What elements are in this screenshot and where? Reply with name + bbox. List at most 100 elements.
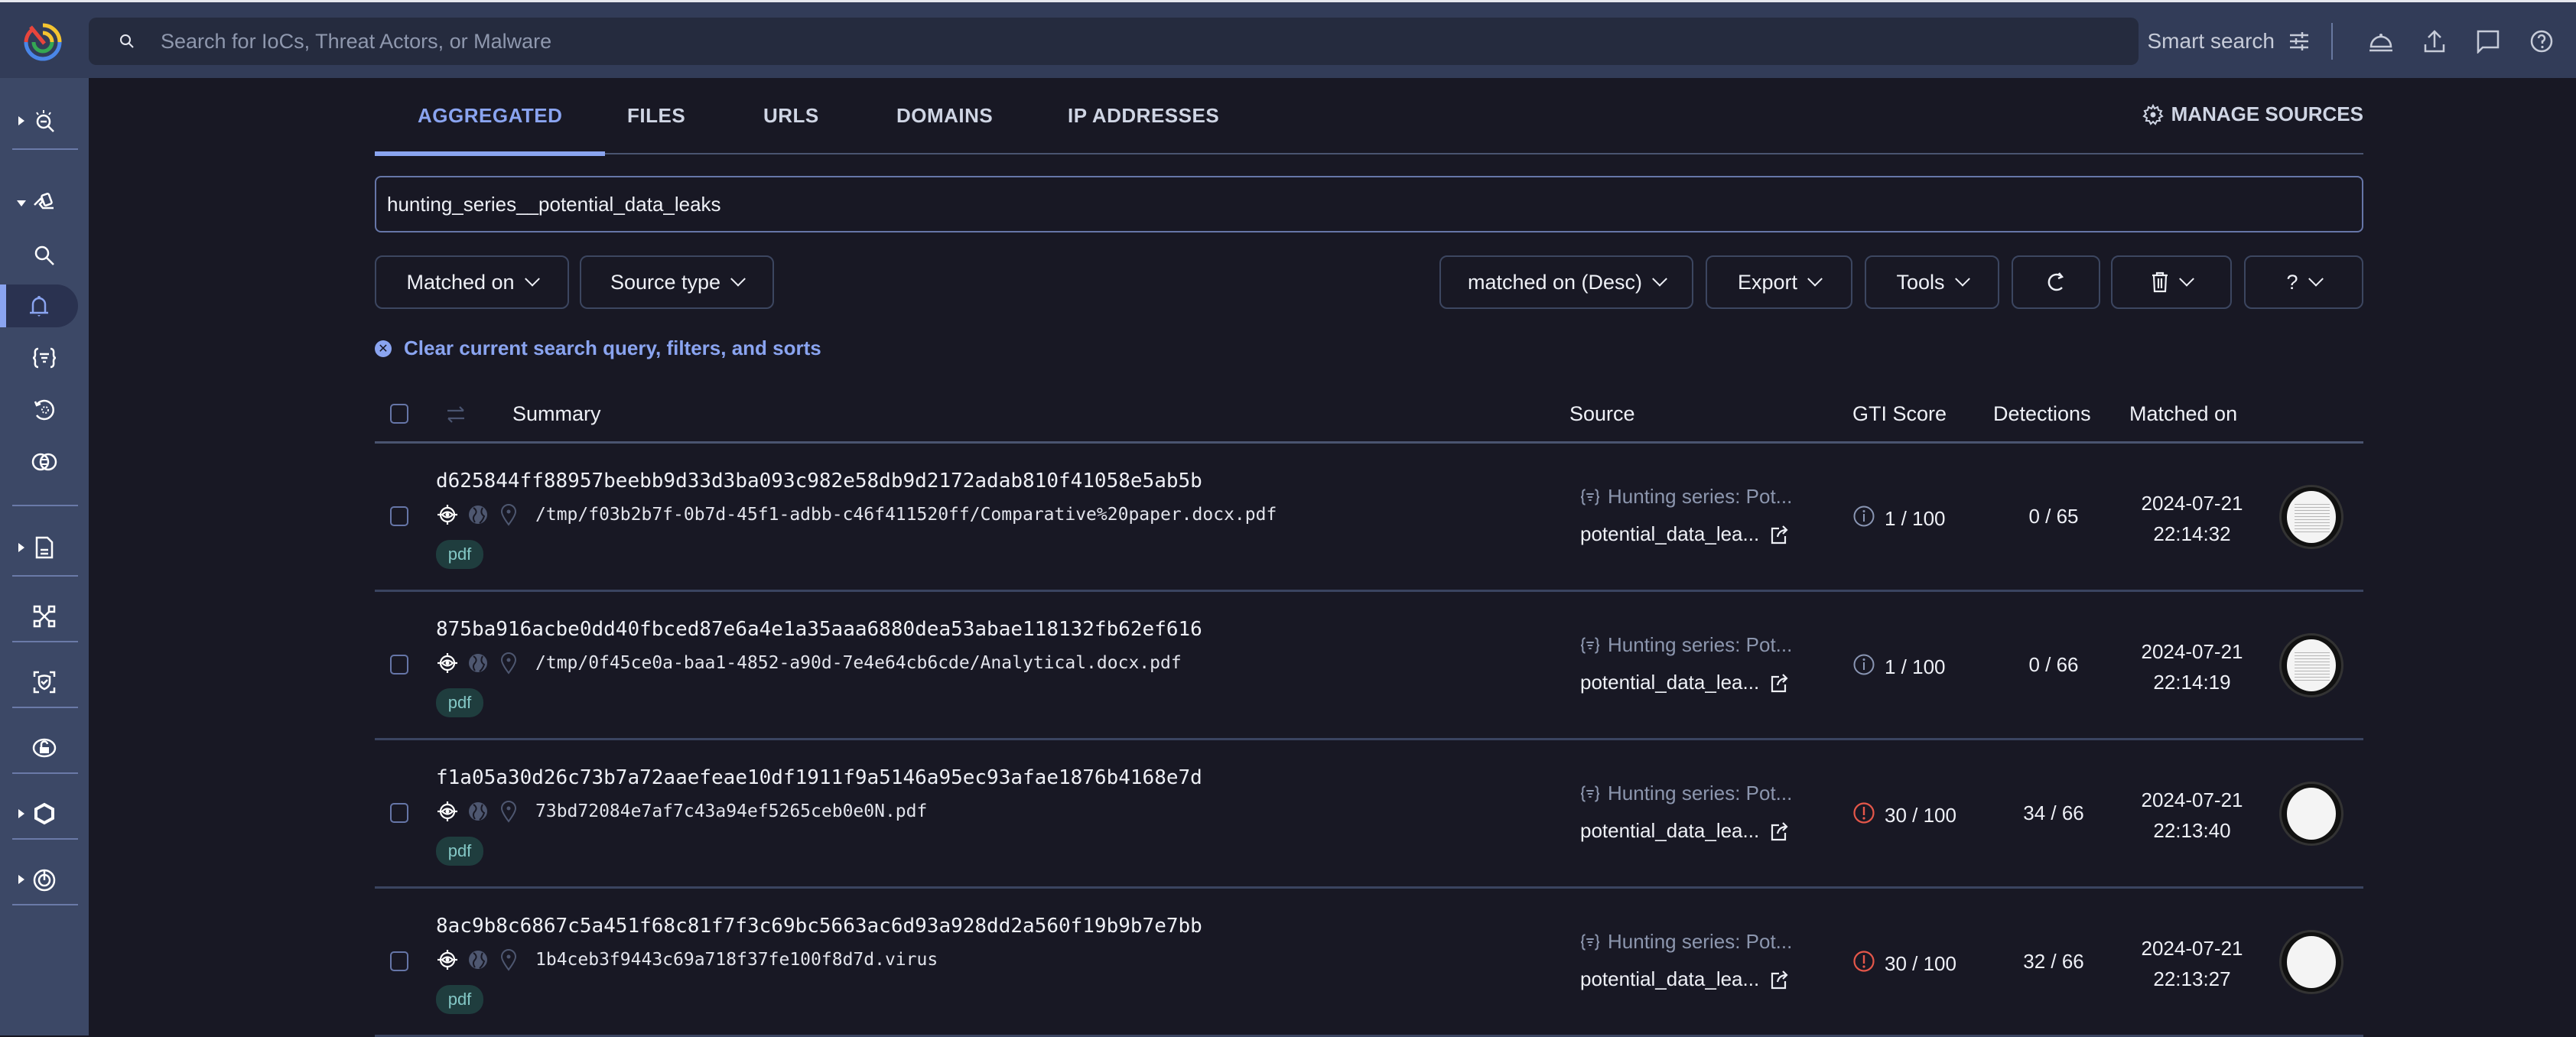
external-link-icon — [1771, 970, 1788, 989]
file-path: 1b4ceb3f9443c69a718f37fe100f8d7d.virus — [535, 950, 938, 970]
yara-rules-icon — [1580, 636, 1600, 654]
delete-dropdown[interactable] — [2111, 255, 2232, 309]
expand-caret-icon — [18, 875, 24, 884]
file-type-tag[interactable]: pdf — [436, 540, 483, 569]
matched-on-cell: 2024-07-21 22:14:32 — [2131, 488, 2253, 549]
matched-time: 22:13:27 — [2153, 967, 2231, 990]
file-type-tag[interactable]: pdf — [436, 837, 483, 866]
sidebar-item-livehunt[interactable] — [0, 284, 78, 327]
select-all-checkbox[interactable] — [390, 404, 408, 424]
global-search-bar[interactable] — [89, 18, 2139, 65]
file-path: 73bd72084e7af7c43a94ef5265ceb0e0N.pdf — [535, 801, 928, 821]
file-type-tag[interactable]: pdf — [436, 985, 483, 1014]
tab-aggregated[interactable]: AGGREGATED — [374, 104, 606, 156]
feedback-button[interactable] — [2461, 15, 2515, 68]
tab-domains[interactable]: DOMAINS — [896, 104, 993, 154]
row-checkbox[interactable] — [390, 803, 408, 823]
row-checkbox[interactable] — [390, 506, 408, 526]
smart-search-label: Smart search — [2147, 29, 2275, 53]
table-row[interactable]: 8ac9b8c6867c5a451f68c81f7f3c69bc5663ac6d… — [375, 889, 2363, 1037]
app-logo-icon[interactable] — [21, 21, 64, 63]
column-header-matched-on[interactable]: Matched on — [2129, 402, 2237, 426]
smart-search-button[interactable]: Smart search — [2148, 29, 2311, 54]
file-preview-thumbnail[interactable] — [2279, 485, 2343, 549]
sidebar-item-retrohunt[interactable] — [0, 388, 89, 431]
file-preview-thumbnail[interactable] — [2279, 782, 2343, 846]
manage-sources-button[interactable]: MANAGE SOURCES — [2142, 102, 2363, 126]
file-hash-link[interactable]: 8ac9b8c6867c5a451f68c81f7f3c69bc5663ac6d… — [436, 915, 1202, 938]
sidebar-item-reports[interactable] — [0, 526, 89, 569]
source-link[interactable]: potential_data_lea... — [1580, 671, 1792, 694]
warning-icon — [1853, 951, 1875, 972]
file-hash-link[interactable]: 875ba916acbe0dd40fbced87e6a4e1a35aaa6880… — [436, 618, 1202, 641]
sidebar-item-threat-landscape[interactable] — [0, 99, 89, 142]
expand-caret-icon — [18, 543, 24, 552]
location-pin-icon — [497, 503, 520, 526]
sidebar-item-asm[interactable] — [0, 858, 89, 901]
sidebar-item-hunting[interactable] — [0, 182, 89, 225]
sidebar-item-graph[interactable] — [0, 595, 89, 638]
matched-date: 2024-07-21 — [2141, 937, 2243, 960]
source-title: Hunting series: Pot... — [1608, 633, 1793, 656]
help-button[interactable] — [2515, 15, 2568, 68]
source-link[interactable]: potential_data_lea... — [1580, 967, 1792, 991]
column-header-detections[interactable]: Detections — [1993, 402, 2091, 426]
chevron-down-icon — [2308, 271, 2324, 287]
chevron-down-icon — [524, 271, 540, 287]
query-input[interactable] — [387, 192, 2299, 216]
column-header-summary: Summary — [512, 402, 601, 425]
export-dropdown[interactable]: Export — [1706, 255, 1852, 309]
detections-value: 34 / 66 — [2023, 801, 2084, 824]
matched-on-cell: 2024-07-21 22:13:27 — [2131, 933, 2253, 994]
tab-files[interactable]: FILES — [627, 104, 685, 154]
table-row[interactable]: f1a05a30d26c73b7a72aaefeae10df1911f9a514… — [375, 740, 2363, 889]
file-hash-link[interactable]: d625844ff88957beebb9d33d3ba093c982e58db9… — [436, 470, 1202, 492]
sort-dropdown[interactable]: matched on (Desc) — [1439, 255, 1693, 309]
row-checkbox[interactable] — [390, 655, 408, 675]
upload-icon — [2424, 30, 2445, 53]
file-type-tag[interactable]: pdf — [436, 688, 483, 717]
upload-button[interactable] — [2408, 15, 2461, 68]
sidebar-item-threat-protection[interactable] — [0, 661, 89, 704]
table-row[interactable]: 875ba916acbe0dd40fbced87e6a4e1a35aaa6880… — [375, 592, 2363, 740]
eye-target-icon[interactable] — [436, 800, 459, 823]
source-link[interactable]: potential_data_lea... — [1580, 819, 1792, 843]
clear-filters-link[interactable]: ✕ Clear current search query, filters, a… — [375, 336, 821, 360]
sidebar-item-yara-rules[interactable] — [0, 336, 89, 379]
sort-label: matched on (Desc) — [1467, 270, 1643, 294]
yara-rules-icon — [1580, 488, 1600, 505]
swap-arrows-icon[interactable] — [445, 404, 467, 425]
file-hash-link[interactable]: f1a05a30d26c73b7a72aaefeae10df1911f9a514… — [436, 766, 1202, 789]
eye-target-icon[interactable] — [436, 503, 459, 526]
eye-target-icon[interactable] — [436, 652, 459, 675]
refresh-button[interactable] — [2012, 255, 2100, 309]
sidebar-item-diff[interactable] — [0, 440, 89, 483]
hexagon-icon — [34, 802, 54, 825]
table-row[interactable]: d625844ff88957beebb9d33d3ba093c982e58db9… — [375, 444, 2363, 592]
location-pin-icon — [497, 800, 520, 823]
gti-score-value: 30 / 100 — [1885, 804, 1956, 827]
sidebar-item-collections[interactable] — [0, 792, 89, 835]
column-header-source[interactable]: Source — [1569, 402, 1635, 426]
notifications-button[interactable] — [2354, 15, 2408, 68]
query-field[interactable] — [375, 176, 2363, 232]
sidebar-item-vulnerabilities[interactable] — [0, 727, 89, 769]
tools-dropdown[interactable]: Tools — [1865, 255, 1999, 309]
help-dropdown[interactable]: ? — [2244, 255, 2363, 309]
gti-score-cell: 30 / 100 — [1852, 801, 1956, 830]
sidebar-item-search[interactable] — [0, 234, 89, 277]
help-dropdown-label: ? — [2286, 270, 2298, 294]
source-link[interactable]: potential_data_lea... — [1580, 522, 1792, 546]
file-preview-thumbnail[interactable] — [2279, 930, 2343, 994]
file-preview-thumbnail[interactable] — [2279, 633, 2343, 697]
global-search-input[interactable] — [161, 29, 1996, 54]
source-type-filter[interactable]: Source type — [580, 255, 774, 309]
matched-on-filter[interactable]: Matched on — [375, 255, 569, 309]
tab-ip-addresses[interactable]: IP ADDRESSES — [1068, 104, 1219, 154]
row-checkbox[interactable] — [390, 951, 408, 971]
info-icon — [1853, 505, 1875, 527]
eye-target-icon[interactable] — [436, 948, 459, 971]
tab-urls[interactable]: URLS — [763, 104, 819, 154]
source-cell: Hunting series: Pot... potential_data_le… — [1580, 485, 1792, 546]
column-header-gti-score[interactable]: GTI Score — [1852, 402, 1947, 426]
